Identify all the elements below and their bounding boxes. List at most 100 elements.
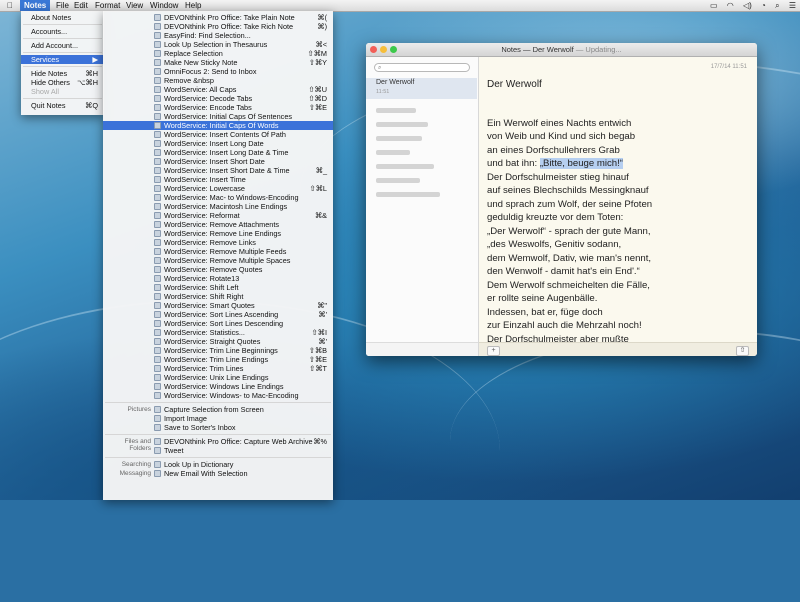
service-item[interactable]: DEVONthink Pro Office: Take Plain Note ⌘( (103, 13, 333, 22)
service-item[interactable]: WordService: Rotate13 (103, 274, 333, 283)
service-item[interactable]: Make New Sticky Note ⇧⌘Y (103, 58, 333, 67)
volume-icon[interactable]: ◁) (743, 1, 752, 10)
service-item[interactable]: WordService: Trim Line Beginnings ⇧⌘B (103, 346, 333, 355)
search-icon[interactable]: ⌕ (775, 1, 779, 10)
clock-icon[interactable]: ◔ (761, 1, 766, 10)
service-item[interactable]: Replace Selection ⇧⌘M (103, 49, 333, 58)
notes-menu-item[interactable]: Quit Notes ⌘Q (21, 101, 104, 110)
battery-icon[interactable]: ▭ (710, 1, 718, 10)
menu-view[interactable]: View (122, 0, 147, 11)
service-item[interactable]: WordService: Remove Quotes (103, 265, 333, 274)
list-item[interactable] (366, 119, 477, 131)
selected-text[interactable]: „Bitte, beuge mich!“ (539, 158, 623, 169)
note-editor[interactable]: 17/7/14 11:51 Der Werwolf Ein Werwolf ei… (479, 57, 757, 356)
service-item[interactable]: Capture Selection from Screen (103, 405, 333, 414)
service-item[interactable]: New Email With Selection (103, 469, 333, 478)
service-item[interactable]: Tweet (103, 446, 333, 455)
note-body[interactable]: Ein Werwolf eines Nachts entwich von Weib… (487, 103, 752, 357)
service-item[interactable]: WordService: Windows- to Mac-Encoding (103, 391, 333, 400)
share-icon[interactable]: ⇧ (736, 346, 749, 356)
note-list-item-selected[interactable]: Der Werwolf 11:51 (366, 78, 477, 99)
list-icon[interactable]: ☰ (789, 1, 796, 10)
service-item[interactable]: WordService: Smart Quotes ⌘" (103, 301, 333, 310)
zoom-button[interactable] (390, 46, 397, 53)
notes-menu-item[interactable]: Accounts... (21, 27, 104, 36)
list-item[interactable] (366, 189, 477, 201)
list-item[interactable] (366, 105, 477, 117)
service-item[interactable]: WordService: Shift Right (103, 292, 333, 301)
service-item[interactable]: WordService: Remove Attachments (103, 220, 333, 229)
list-item[interactable] (366, 147, 477, 159)
close-button[interactable] (370, 46, 377, 53)
service-item[interactable]: WordService: Remove Multiple Feeds (103, 247, 333, 256)
list-item[interactable] (366, 133, 477, 145)
service-item[interactable]: Look Up Selection in Thesaurus ⌘< (103, 40, 333, 49)
service-item[interactable]: WordService: Trim Line Endings ⇧⌘E (103, 355, 333, 364)
service-item[interactable]: WordService: Insert Short Date & Time ⌘_ (103, 166, 333, 175)
service-item[interactable]: DEVONthink Pro Office: Take Rich Note ⌘) (103, 22, 333, 31)
service-item[interactable]: WordService: Insert Short Date (103, 157, 333, 166)
service-item[interactable]: WordService: Insert Contents Of Path (103, 130, 333, 139)
service-item[interactable]: WordService: Initial Caps Of Sentences (103, 112, 333, 121)
wifi-icon[interactable]: ◠ (727, 1, 734, 10)
service-item[interactable]: WordService: Sort Lines Ascending ⌘' (103, 310, 333, 319)
service-item[interactable]: WordService: Trim Lines ⇧⌘T (103, 364, 333, 373)
service-item[interactable]: WordService: Encode Tabs ⇧⌘E (103, 103, 333, 112)
service-item[interactable]: WordService: Unix Line Endings (103, 373, 333, 382)
service-item[interactable]: WordService: Windows Line Endings (103, 382, 333, 391)
apple-menu-icon[interactable]:  (3, 0, 17, 11)
service-item[interactable]: WordService: Decode Tabs ⇧⌘D (103, 94, 333, 103)
note-line: er rollte seine Augenbälle. (487, 293, 598, 304)
service-item[interactable]: WordService: Initial Caps Of Words (103, 121, 333, 130)
menu-edit[interactable]: Edit (70, 0, 92, 11)
notes-sidebar: ⌕ Der Werwolf 11:51 (366, 57, 479, 356)
notes-menu-item[interactable]: Hide Others ⌥⌘H (21, 78, 104, 87)
search-input[interactable]: ⌕ (374, 63, 470, 72)
service-item[interactable]: WordService: All Caps ⇧⌘U (103, 85, 333, 94)
service-item[interactable]: WordService: Sort Lines Descending (103, 319, 333, 328)
service-item[interactable]: DEVONthink Pro Office: Capture Web Archi… (103, 437, 333, 446)
service-item[interactable]: Look Up in Dictionary (103, 460, 333, 469)
menu-item-label: WordService: Straight Quotes (164, 337, 261, 346)
service-item[interactable]: WordService: Reformat ⌘& (103, 211, 333, 220)
list-item[interactable] (366, 161, 477, 173)
minimize-button[interactable] (380, 46, 387, 53)
service-item[interactable]: WordService: Shift Left (103, 283, 333, 292)
menu-item-label: Show All (31, 87, 59, 96)
magnifier-icon: ⌕ (378, 65, 382, 71)
service-item[interactable]: WordService: Insert Long Date (103, 139, 333, 148)
service-item[interactable]: WordService: Mac- to Windows-Encoding (103, 193, 333, 202)
service-item[interactable]: EasyFind: Find Selection... (103, 31, 333, 40)
service-item[interactable]: WordService: Insert Long Date & Time (103, 148, 333, 157)
service-app-icon (154, 122, 161, 129)
service-item[interactable]: WordService: Insert Time (103, 175, 333, 184)
service-item[interactable]: Remove &nbsp (103, 76, 333, 85)
notes-menu-item[interactable]: Add Account... (21, 41, 104, 50)
menu-item-label: Tweet (164, 446, 184, 455)
menu-help[interactable]: Help (181, 0, 205, 11)
list-item[interactable] (366, 175, 477, 187)
notes-menu-item[interactable]: Hide Notes ⌘H (21, 69, 104, 78)
service-item[interactable]: WordService: Remove Links (103, 238, 333, 247)
menu-window[interactable]: Window (146, 0, 182, 11)
menu-notes[interactable]: Notes (20, 0, 51, 11)
service-app-icon (154, 424, 161, 431)
service-item[interactable]: WordService: Straight Quotes ⌘' (103, 337, 333, 346)
service-item[interactable]: Save to Sorter's Inbox (103, 423, 333, 432)
menu-item-label: About Notes (31, 13, 72, 22)
menu-item-label: WordService: Lowercase (164, 184, 245, 193)
menu-separator (23, 66, 102, 67)
service-item[interactable]: OmniFocus 2: Send to Inbox (103, 67, 333, 76)
notes-menu-item[interactable]: About Notes (21, 13, 104, 22)
menu-format[interactable]: Format (91, 0, 124, 11)
add-button[interactable]: + (487, 346, 500, 356)
service-item[interactable]: Import Image (103, 414, 333, 423)
window-titlebar[interactable]: Notes — Der Werwolf — Updating... (366, 43, 757, 57)
service-item[interactable]: WordService: Remove Line Endings (103, 229, 333, 238)
service-item[interactable]: WordService: Lowercase ⇧⌘L (103, 184, 333, 193)
notes-menu-item[interactable]: Services ▶ (21, 55, 104, 64)
service-item[interactable]: WordService: Macintosh Line Endings (103, 202, 333, 211)
menu-separator (23, 98, 102, 99)
service-item[interactable]: WordService: Statistics... ⇧⌘I (103, 328, 333, 337)
service-item[interactable]: WordService: Remove Multiple Spaces (103, 256, 333, 265)
